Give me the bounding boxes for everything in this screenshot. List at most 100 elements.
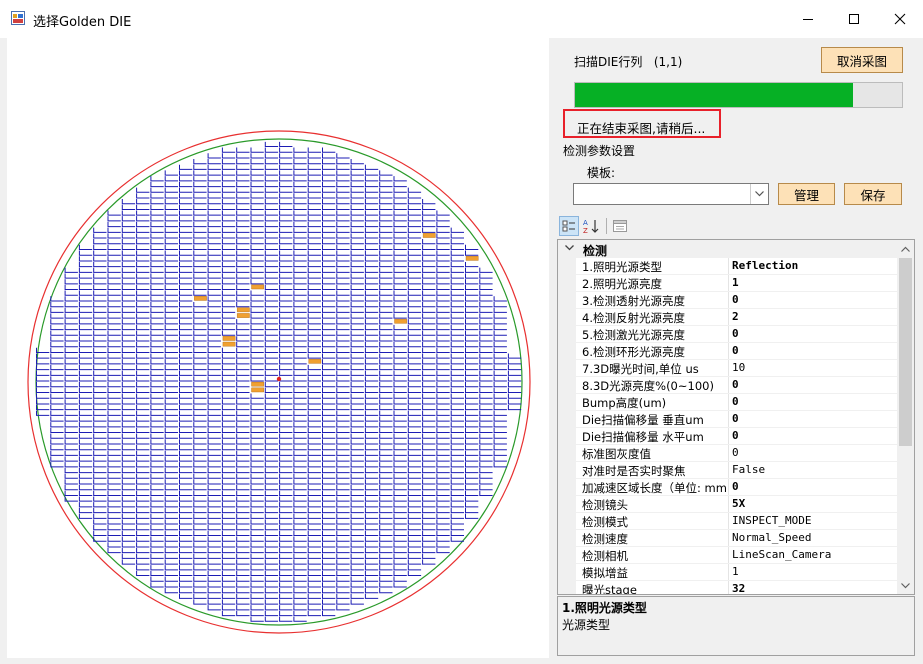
golden-die[interactable]: [222, 336, 236, 341]
die-cell[interactable]: [250, 565, 264, 571]
die-cell[interactable]: [107, 290, 121, 296]
die-cell[interactable]: [422, 530, 436, 536]
die-cell[interactable]: [293, 216, 307, 222]
die-cell[interactable]: [279, 410, 293, 416]
die-cell[interactable]: [250, 376, 264, 382]
die-cell[interactable]: [193, 244, 207, 250]
die-cell[interactable]: [379, 359, 393, 365]
die-cell[interactable]: [393, 582, 407, 588]
die-cell[interactable]: [379, 261, 393, 268]
die-cell[interactable]: [336, 416, 350, 422]
die-cell[interactable]: [279, 387, 293, 393]
die-cell[interactable]: [493, 422, 507, 428]
die-cell[interactable]: [64, 433, 78, 439]
die-cell[interactable]: [450, 467, 464, 474]
die-cell[interactable]: [236, 513, 250, 519]
die-cell[interactable]: [264, 181, 279, 188]
die-cell[interactable]: [422, 485, 436, 491]
die-cell[interactable]: [379, 502, 393, 508]
die-cell[interactable]: [393, 290, 407, 296]
die-cell[interactable]: [150, 525, 164, 531]
die-cell[interactable]: [121, 519, 136, 525]
die-cell[interactable]: [350, 221, 364, 228]
die-cell[interactable]: [207, 204, 221, 210]
die-cell[interactable]: [407, 199, 422, 205]
die-cell[interactable]: [136, 193, 150, 199]
die-cell[interactable]: [50, 376, 64, 382]
die-cell[interactable]: [336, 599, 350, 605]
die-cell[interactable]: [150, 307, 164, 313]
die-cell[interactable]: [393, 502, 407, 508]
die-cell[interactable]: [379, 525, 393, 531]
die-cell[interactable]: [479, 450, 493, 456]
die-cell[interactable]: [322, 244, 336, 250]
die-cell[interactable]: [450, 502, 464, 508]
die-cell[interactable]: [193, 164, 207, 170]
die-cell[interactable]: [121, 319, 136, 325]
die-cell[interactable]: [207, 347, 221, 353]
die-cell[interactable]: [264, 244, 279, 250]
die-cell[interactable]: [150, 347, 164, 353]
die-cell[interactable]: [264, 467, 279, 474]
die-cell[interactable]: [393, 496, 407, 502]
die-cell[interactable]: [250, 496, 264, 502]
die-cell[interactable]: [379, 485, 393, 491]
die-cell[interactable]: [250, 353, 264, 359]
die-cell[interactable]: [221, 473, 236, 479]
die-cell[interactable]: [336, 525, 350, 531]
die-cell[interactable]: [279, 547, 293, 554]
die-cell[interactable]: [422, 256, 436, 262]
die-cell[interactable]: [364, 467, 379, 474]
die-cell[interactable]: [336, 553, 350, 559]
die-cell[interactable]: [422, 364, 436, 371]
die-cell[interactable]: [207, 176, 221, 182]
die-cell[interactable]: [207, 462, 221, 468]
die-cell[interactable]: [279, 536, 293, 542]
die-cell[interactable]: [107, 301, 121, 308]
die-cell[interactable]: [236, 593, 250, 599]
die-cell[interactable]: [465, 485, 479, 491]
die-cell[interactable]: [36, 382, 50, 388]
die-cell[interactable]: [393, 261, 407, 268]
die-cell[interactable]: [93, 336, 107, 342]
die-cell[interactable]: [121, 507, 136, 514]
die-cell[interactable]: [179, 450, 193, 456]
die-cell[interactable]: [221, 284, 236, 291]
die-cell[interactable]: [322, 536, 336, 542]
die-cell[interactable]: [136, 479, 150, 485]
die-cell[interactable]: [279, 330, 293, 336]
die-cell[interactable]: [350, 307, 364, 313]
die-cell[interactable]: [207, 210, 221, 216]
die-cell[interactable]: [207, 473, 221, 479]
die-cell[interactable]: [465, 313, 479, 319]
die-cell[interactable]: [193, 433, 207, 439]
die-cell[interactable]: [350, 301, 364, 308]
die-cell[interactable]: [364, 296, 379, 302]
die-cell[interactable]: [50, 416, 64, 422]
die-cell[interactable]: [336, 330, 350, 336]
die-cell[interactable]: [250, 507, 264, 514]
die-cell[interactable]: [393, 467, 407, 474]
die-cell[interactable]: [264, 301, 279, 308]
die-cell[interactable]: [336, 307, 350, 313]
die-cell[interactable]: [107, 382, 121, 388]
die-cell[interactable]: [136, 387, 150, 393]
die-cell[interactable]: [207, 456, 221, 462]
die-cell[interactable]: [93, 256, 107, 262]
die-cell[interactable]: [150, 507, 164, 514]
die-cell[interactable]: [250, 199, 264, 205]
die-cell[interactable]: [250, 525, 264, 531]
die-cell[interactable]: [164, 233, 178, 239]
die-cell[interactable]: [364, 279, 379, 285]
die-cell[interactable]: [50, 462, 64, 468]
die-cell[interactable]: [193, 439, 207, 445]
die-cell[interactable]: [164, 279, 178, 285]
die-cell[interactable]: [207, 525, 221, 531]
die-cell[interactable]: [350, 553, 364, 559]
die-cell[interactable]: [236, 324, 250, 331]
die-cell[interactable]: [64, 342, 78, 348]
die-cell[interactable]: [107, 502, 121, 508]
die-cell[interactable]: [407, 290, 422, 296]
die-cell[interactable]: [336, 324, 350, 331]
die-cell[interactable]: [450, 279, 464, 285]
